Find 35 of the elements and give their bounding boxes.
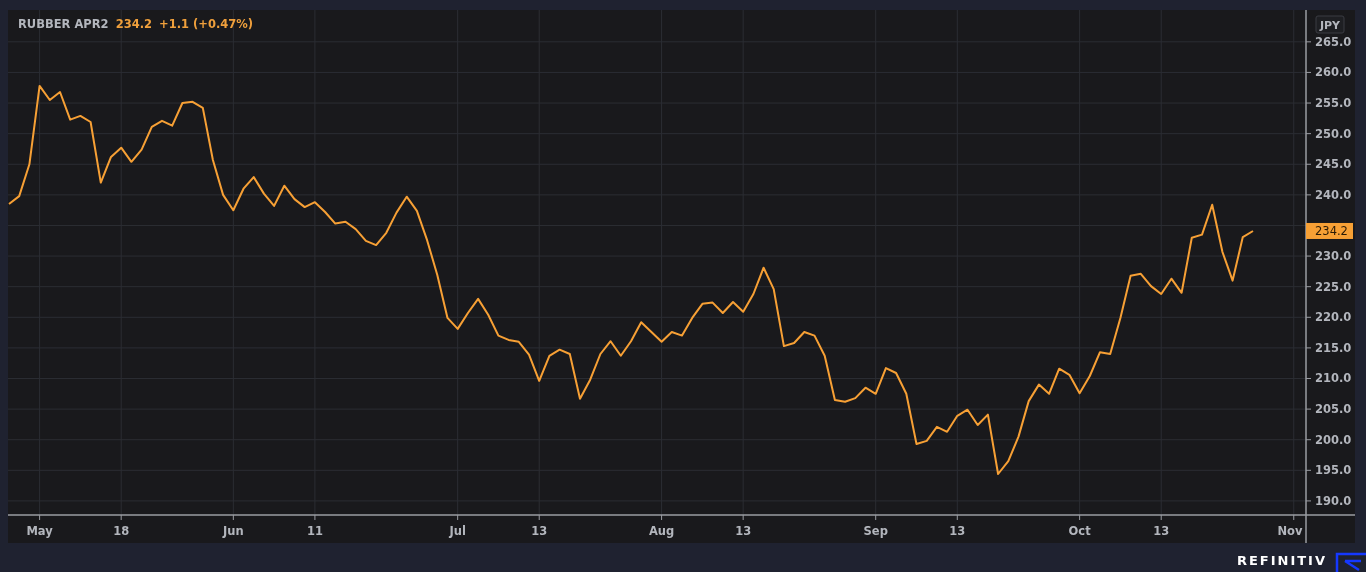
y-tick-label: 260.0 — [1315, 65, 1352, 80]
x-tick-label: Sep — [863, 524, 888, 538]
x-tick-label: 13 — [735, 524, 752, 538]
x-tick-label: Oct — [1068, 524, 1091, 538]
x-tick-label: 18 — [113, 524, 130, 538]
x-tick-label: 11 — [306, 524, 323, 538]
instrument-title: RUBBER APR2 — [18, 17, 109, 31]
brand-logo-icon — [1335, 552, 1366, 572]
y-tick-label: 240.0 — [1315, 187, 1352, 202]
y-tick-label: 220.0 — [1315, 310, 1352, 325]
y-tick-label: 230.0 — [1315, 249, 1352, 264]
x-tick-label: Aug — [648, 524, 675, 538]
y-tick-label: 200.0 — [1315, 432, 1352, 447]
x-tick-label: Jul — [449, 524, 466, 538]
y-tick-label: 190.0 — [1315, 493, 1352, 508]
y-tick-label: 255.0 — [1315, 96, 1352, 111]
x-tick-label: 13 — [1153, 524, 1170, 538]
y-tick-label: 245.0 — [1315, 157, 1352, 172]
x-tick-label: 13 — [949, 524, 966, 538]
price-change: +1.1 (+0.47%) — [159, 17, 254, 31]
y-tick-label: 250.0 — [1315, 126, 1352, 141]
brand-name: REFINITIV — [1236, 553, 1327, 568]
y-tick-label: 205.0 — [1315, 402, 1352, 417]
y-tick-label: 215.0 — [1315, 340, 1352, 355]
currency-badge: JPY — [1315, 15, 1345, 34]
x-tick-label: 13 — [531, 524, 548, 538]
y-tick-label: 195.0 — [1315, 463, 1352, 478]
x-tick-label: Jun — [223, 524, 244, 538]
y-tick-label: 265.0 — [1315, 34, 1352, 49]
price-value: 234.2 — [115, 17, 152, 31]
last-price-marker: 234.2 — [1306, 223, 1353, 239]
x-tick-label: Nov — [1277, 524, 1303, 538]
y-tick-label: 210.0 — [1315, 371, 1352, 386]
y-tick-label: 225.0 — [1315, 279, 1352, 294]
x-tick-label: May — [26, 524, 53, 538]
